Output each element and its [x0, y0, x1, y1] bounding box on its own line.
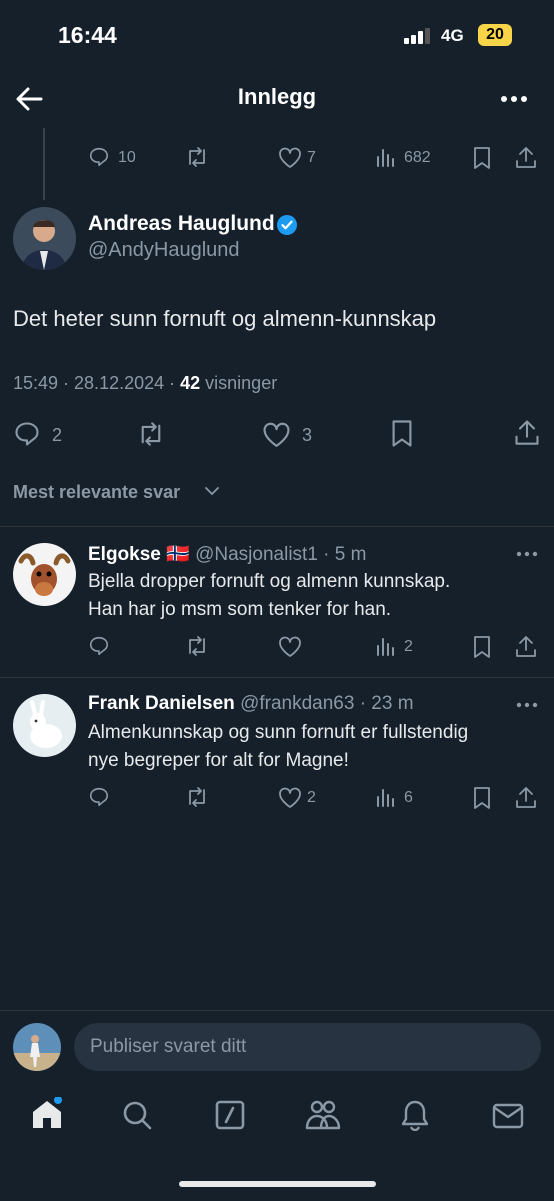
- like-icon[interactable]: [278, 147, 302, 168]
- like-count: 7: [307, 149, 316, 166]
- like-count: 3: [302, 425, 313, 445]
- reply-icon[interactable]: [13, 420, 41, 448]
- like-icon[interactable]: [278, 636, 302, 657]
- avatar[interactable]: [13, 207, 76, 270]
- share-icon[interactable]: [515, 634, 537, 658]
- retweet-icon[interactable]: [136, 421, 166, 447]
- bookmark-icon[interactable]: [472, 786, 492, 810]
- more-options-icon[interactable]: [500, 95, 528, 103]
- divider: [0, 526, 554, 527]
- flag-norway: 🇳🇴: [166, 544, 190, 565]
- reply-text-line: nye begreper for alt for Magne!: [88, 750, 349, 771]
- compose-placeholder: Publiser svaret ditt: [90, 1036, 247, 1057]
- views-icon[interactable]: [376, 147, 398, 167]
- author-name[interactable]: Andreas Hauglund: [88, 212, 275, 236]
- more-options-icon[interactable]: [516, 702, 538, 708]
- verified-badge-icon: [276, 214, 298, 236]
- retweet-icon[interactable]: [185, 786, 209, 808]
- avatar[interactable]: [13, 694, 76, 757]
- reply-author-name[interactable]: Frank Danielsen: [88, 693, 235, 714]
- reply-meta: @Nasjonalist1 · 5 m: [195, 544, 367, 565]
- thread-connector: [43, 128, 45, 200]
- views-count: 2: [404, 638, 413, 655]
- status-time: 16:44: [58, 22, 117, 48]
- status-bar: 16:44 4G 20: [0, 0, 554, 70]
- reply-text: Almenkunnskap og sunn fornuft er fullste…: [88, 719, 468, 775]
- messages-icon[interactable]: [492, 1103, 524, 1129]
- communities-icon[interactable]: [305, 1099, 341, 1131]
- tweet-timestamp: 15:49 · 28.12.2024 ·: [13, 373, 181, 393]
- like-icon[interactable]: [278, 787, 302, 808]
- views-icon[interactable]: [376, 636, 398, 656]
- reply-actions: 2: [88, 633, 548, 661]
- retweet-icon[interactable]: [185, 635, 209, 657]
- views-icon[interactable]: [376, 787, 398, 807]
- home-icon[interactable]: [30, 1097, 64, 1131]
- views-label: visninger: [200, 373, 278, 393]
- more-options-icon[interactable]: [516, 551, 538, 557]
- reply-author-name[interactable]: Elgokse: [88, 544, 161, 565]
- bookmark-icon[interactable]: [390, 419, 414, 448]
- avatar[interactable]: [13, 543, 76, 606]
- reply-icon[interactable]: [88, 635, 110, 657]
- author-handle[interactable]: @AndyHauglund: [88, 239, 240, 262]
- home-indicator[interactable]: [179, 1181, 376, 1187]
- chevron-down-icon[interactable]: [204, 485, 220, 497]
- network-type: 4G: [441, 26, 464, 45]
- views-count: 6: [404, 789, 413, 806]
- reply-actions: 2 6: [88, 784, 548, 812]
- views-number: 42: [180, 373, 201, 393]
- search-icon[interactable]: [121, 1099, 153, 1131]
- share-icon[interactable]: [514, 418, 540, 446]
- sort-label: Mest relevante svar: [13, 482, 181, 502]
- reply-header: Frank Danielsen @frankdan63 · 23 m: [88, 693, 414, 715]
- notifications-bell-icon[interactable]: [400, 1099, 430, 1131]
- reply-compose-input[interactable]: Publiser svaret ditt: [74, 1023, 541, 1071]
- reply-meta: @frankdan63 · 23 m: [240, 693, 414, 714]
- avatar[interactable]: [13, 1023, 61, 1071]
- reply-count: 10: [118, 149, 136, 166]
- reply-text-line: Almenkunnskap og sunn fornuft er fullste…: [88, 722, 469, 743]
- like-count: 2: [307, 789, 316, 806]
- retweet-icon[interactable]: [185, 146, 209, 168]
- divider: [0, 677, 554, 678]
- battery-indicator: 20: [478, 24, 512, 46]
- share-icon[interactable]: [515, 785, 537, 809]
- views-count: 682: [404, 149, 431, 166]
- share-icon[interactable]: [515, 145, 537, 169]
- prev-tweet-actions: 10 7 682: [88, 144, 548, 172]
- reply-text-line: Han har jo msm som tenker for han.: [88, 599, 392, 620]
- signal-icon: [404, 28, 434, 44]
- reply-count: 2: [52, 425, 63, 445]
- tweet-meta: 15:49 · 28.12.2024 · 42 visninger: [13, 373, 277, 394]
- sort-dropdown[interactable]: Mest relevante svar: [13, 482, 180, 503]
- page-title: Innlegg: [237, 84, 317, 109]
- reply-icon[interactable]: [88, 786, 110, 808]
- bookmark-icon[interactable]: [472, 146, 492, 170]
- tweet-text: Det heter sunn fornuft og almenn-kunnska…: [13, 306, 437, 331]
- grok-icon[interactable]: [214, 1099, 246, 1131]
- reply-header: Elgokse 🇳🇴 @Nasjonalist1 · 5 m: [88, 542, 366, 566]
- bookmark-icon[interactable]: [472, 635, 492, 659]
- like-icon[interactable]: [262, 422, 291, 447]
- reply-icon[interactable]: [88, 146, 110, 168]
- reply-text-line: Bjella dropper fornuft og almenn kunnska…: [88, 571, 451, 592]
- reply-text: Bjella dropper fornuft og almenn kunnska…: [88, 568, 450, 624]
